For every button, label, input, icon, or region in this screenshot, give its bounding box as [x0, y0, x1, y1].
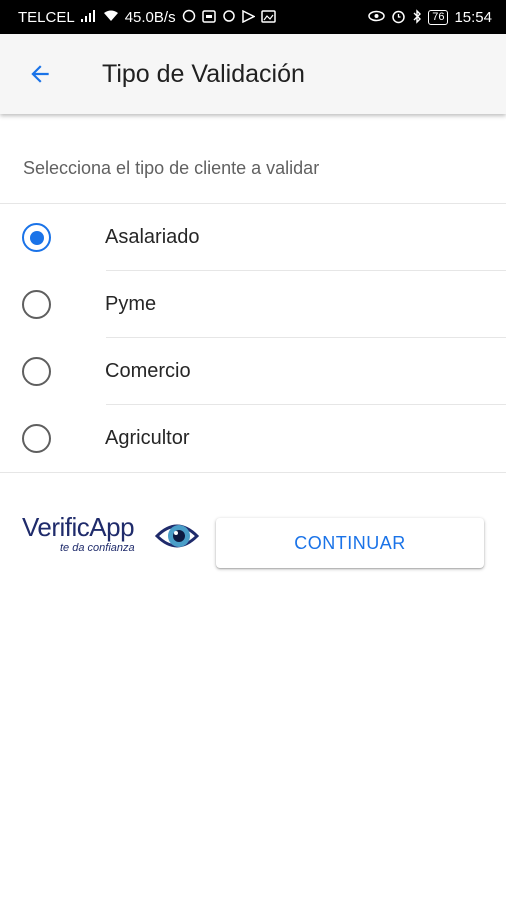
app-bar: Tipo de Validación — [0, 34, 506, 114]
option-label: Pyme — [105, 293, 157, 315]
option-pyme[interactable]: Pyme — [0, 271, 506, 338]
back-button[interactable] — [0, 34, 80, 114]
option-label: Agricultor — [105, 427, 190, 449]
option-agricultor[interactable]: Agricultor — [0, 405, 506, 472]
option-asalariado[interactable]: Asalariado — [0, 204, 506, 271]
status-left: TELCEL 45.0B/s — [18, 9, 368, 26]
battery-icon: 76 — [428, 9, 449, 25]
eye-icon — [368, 10, 385, 24]
divider — [0, 472, 506, 473]
whatsapp-icon — [182, 9, 196, 25]
status-bar: TELCEL 45.0B/s 76 15:54 — [0, 0, 506, 34]
clock: 15:54 — [454, 8, 492, 26]
radio-button[interactable] — [22, 290, 51, 319]
radio-button[interactable] — [22, 424, 51, 453]
option-label: Comercio — [105, 360, 191, 382]
logo-tagline: te da confianza — [60, 542, 135, 554]
sync-icon — [222, 9, 236, 25]
radio-button-checked[interactable] — [22, 223, 51, 252]
wifi-icon — [103, 10, 119, 24]
battery-level: 76 — [432, 10, 445, 23]
client-type-radio-group: Asalariado Pyme Comercio Agricultor — [0, 204, 506, 472]
net-speed: 45.0B/s — [124, 8, 176, 26]
arrow-back-icon — [31, 65, 49, 83]
bluetooth-icon — [412, 8, 422, 26]
play-store-icon — [241, 9, 256, 25]
notification-icon — [201, 9, 216, 25]
verificapp-logo: VerificApp te da confianza — [22, 512, 200, 562]
carrier-label: TELCEL — [18, 8, 75, 26]
page-title: Tipo de Validación — [102, 59, 305, 88]
continue-button[interactable]: CONTINUAR — [216, 518, 484, 568]
form-subtitle: Selecciona el tipo de cliente a validar — [23, 158, 320, 178]
gallery-icon — [260, 9, 276, 25]
logo-eye-icon — [155, 524, 199, 548]
alarm-icon — [391, 9, 406, 26]
status-right: 76 15:54 — [368, 9, 492, 26]
radio-dot — [29, 230, 44, 245]
option-label: Asalariado — [105, 226, 200, 248]
logo-text: VerificApp — [22, 512, 135, 542]
radio-button[interactable] — [22, 357, 51, 386]
signal-icon — [80, 10, 97, 24]
option-comercio[interactable]: Comercio — [0, 338, 506, 405]
